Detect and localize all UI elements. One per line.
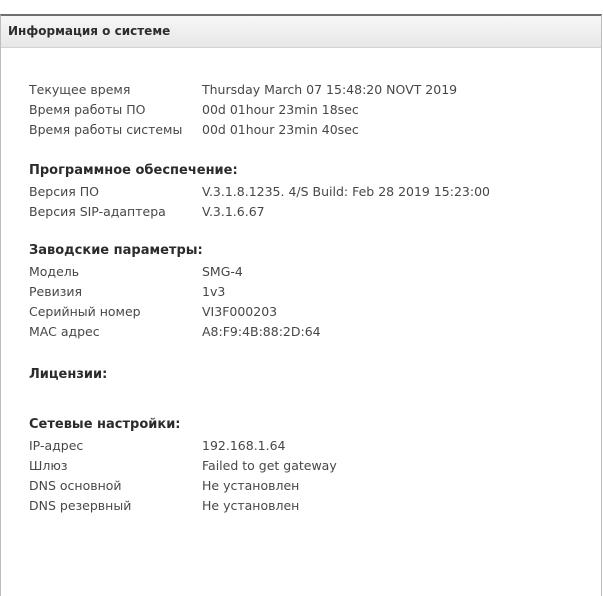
info-row-dns-primary: DNS основной Не установлен — [29, 476, 589, 496]
info-label: IP-адрес — [29, 438, 84, 453]
info-row-system-uptime: Время работы системы 00d 01hour 23min 40… — [29, 120, 589, 140]
info-value: 192.168.1.64 — [202, 438, 286, 453]
info-row-software-version: Версия ПО V.3.1.8.1235. 4/S Build: Feb 2… — [29, 182, 589, 202]
info-row-model: Модель SMG-4 — [29, 262, 589, 282]
system-info-panel: Информация о системе Текущее время Thurs… — [0, 14, 602, 596]
info-label: Версия SIP-адаптера — [29, 204, 166, 219]
info-value: 1v3 — [202, 284, 226, 299]
info-label: Серийный номер — [29, 304, 141, 319]
system-info-content: Текущее время Thursday March 07 15:48:20… — [29, 80, 589, 516]
info-label: Версия ПО — [29, 184, 99, 199]
info-value: VI3F000203 — [202, 304, 278, 319]
info-value: 00d 01hour 23min 40sec — [202, 122, 359, 137]
info-row-revision: Ревизия 1v3 — [29, 282, 589, 302]
info-value: A8:F9:4B:88:2D:64 — [202, 324, 321, 339]
section-title-licenses: Лицензии: — [29, 367, 108, 382]
section-title-factory: Заводские параметры: — [29, 243, 203, 258]
section-title-software: Программное обеспечение: — [29, 163, 238, 178]
info-value: Thursday March 07 15:48:20 NOVT 2019 — [202, 82, 458, 97]
info-label: DNS основной — [29, 478, 122, 493]
info-label: Время работы ПО — [29, 102, 146, 117]
info-label: Ревизия — [29, 284, 83, 299]
section-title-network: Сетевые настройки: — [29, 417, 181, 432]
info-value: Не установлен — [202, 498, 300, 513]
info-label: Время работы системы — [29, 122, 183, 137]
info-row-ip-address: IP-адрес 192.168.1.64 — [29, 436, 589, 456]
info-row-serial-number: Серийный номер VI3F000203 — [29, 302, 589, 322]
info-row-software-uptime: Время работы ПО 00d 01hour 23min 18sec — [29, 100, 589, 120]
panel-title: Информация о системе — [1, 16, 601, 48]
info-row-current-time: Текущее время Thursday March 07 15:48:20… — [29, 80, 589, 100]
info-value: 00d 01hour 23min 18sec — [202, 102, 359, 117]
info-row-sip-adapter-version: Версия SIP-адаптера V.3.1.6.67 — [29, 202, 589, 222]
info-label: Текущее время — [29, 82, 131, 97]
info-value: V.3.1.8.1235. 4/S Build: Feb 28 2019 15:… — [202, 184, 490, 199]
info-value: V.3.1.6.67 — [202, 204, 265, 219]
info-value: Failed to get gateway — [202, 458, 337, 473]
info-value: SMG-4 — [202, 264, 243, 279]
info-label: Модель — [29, 264, 80, 279]
info-row-gateway: Шлюз Failed to get gateway — [29, 456, 589, 476]
info-value: Не установлен — [202, 478, 300, 493]
info-label: Шлюз — [29, 458, 68, 473]
info-label: MAC адрес — [29, 324, 100, 339]
info-row-mac-address: MAC адрес A8:F9:4B:88:2D:64 — [29, 322, 589, 342]
info-label: DNS резервный — [29, 498, 132, 513]
info-row-dns-secondary: DNS резервный Не установлен — [29, 496, 589, 516]
